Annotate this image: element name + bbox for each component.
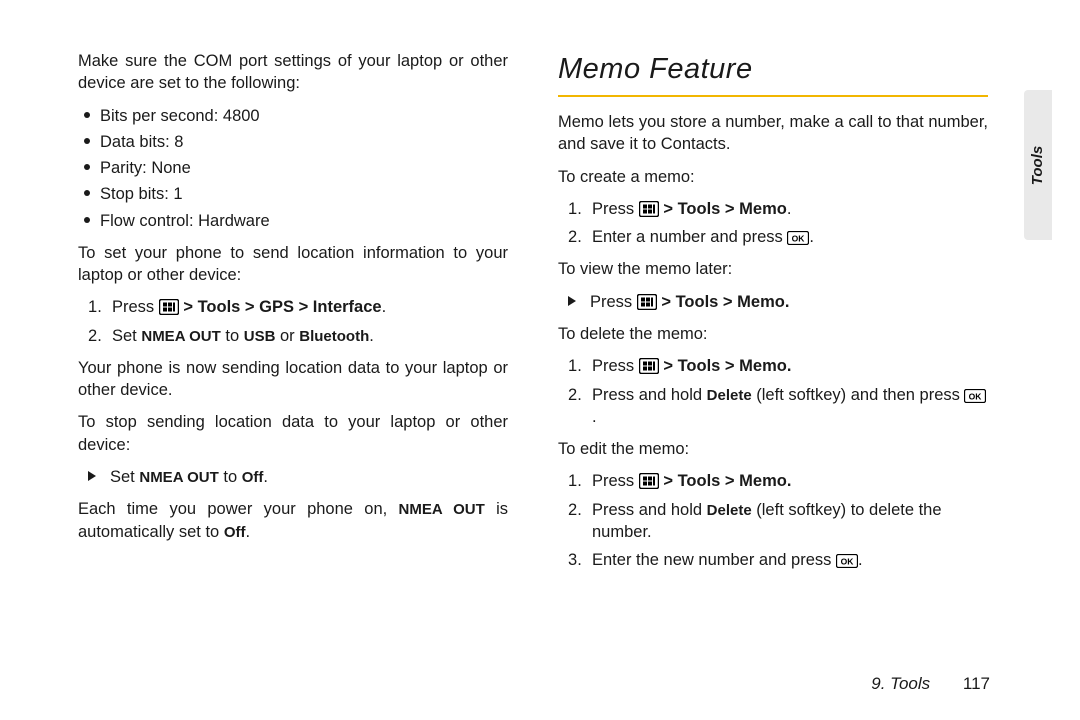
section-heading: To set your phone to send location infor…: [78, 242, 508, 287]
com-port-intro: Make sure the COM port settings of your …: [78, 50, 508, 95]
text: Set: [110, 468, 139, 486]
text: Enter a number and press: [592, 228, 787, 246]
list-item: Flow control: Hardware: [78, 210, 508, 232]
side-tab-label: Tools: [1030, 145, 1047, 184]
text: Press: [112, 298, 159, 316]
list-item: Press > Tools > Memo.: [558, 291, 988, 313]
list-item: Press and hold Delete (left softkey) and…: [558, 384, 988, 429]
manual-page: Make sure the COM port settings of your …: [0, 0, 1080, 720]
view-memo-steps: Press > Tools > Memo.: [558, 291, 988, 313]
section-heading: To create a memo:: [558, 166, 988, 188]
text: Each time you power your phone on,: [78, 500, 399, 518]
svg-text:OK: OK: [969, 391, 983, 401]
create-memo-steps: Press > Tools > Memo. Enter a number and…: [558, 198, 988, 249]
menu-key-icon: [637, 294, 657, 310]
text: Enter the new number and press: [592, 551, 836, 569]
list-item: Press > Tools > GPS > Interface.: [78, 296, 508, 318]
text: .: [263, 468, 268, 486]
com-port-settings-list: Bits per second: 4800 Data bits: 8 Parit…: [78, 105, 508, 232]
text: (left softkey) and then press: [752, 386, 965, 404]
label: Off: [224, 524, 246, 541]
stop-steps: Set NMEA OUT to Off.: [78, 466, 508, 488]
text: .: [809, 228, 814, 246]
breadcrumb-path: > Tools > Memo.: [661, 293, 789, 311]
text: .: [369, 327, 374, 345]
svg-text:OK: OK: [792, 234, 806, 244]
text: to: [221, 327, 244, 345]
list-item: Press > Tools > Memo.: [558, 355, 988, 377]
label: Bluetooth: [299, 328, 369, 345]
list-item: Press and hold Delete (left softkey) to …: [558, 499, 988, 544]
breadcrumb-path: > Tools > Memo.: [663, 357, 791, 375]
label: Delete: [707, 502, 752, 519]
right-column: Memo Feature Memo lets you store a numbe…: [558, 50, 988, 581]
list-item: Data bits: 8: [78, 131, 508, 153]
two-column-layout: Make sure the COM port settings of your …: [78, 50, 1020, 581]
ok-key-icon: OK: [787, 231, 809, 245]
page-number: 117: [963, 674, 990, 693]
list-item: Parity: None: [78, 157, 508, 179]
edit-memo-steps: Press > Tools > Memo. Press and hold Del…: [558, 470, 988, 571]
list-item: Set NMEA OUT to Off.: [78, 466, 508, 488]
text: Press and hold: [592, 501, 707, 519]
text: or: [275, 327, 299, 345]
menu-key-icon: [639, 473, 659, 489]
set-location-steps: Press > Tools > GPS > Interface. Set NME…: [78, 296, 508, 347]
heading-rule: [558, 95, 988, 97]
label: USB: [244, 328, 276, 345]
list-item: Enter the new number and press OK.: [558, 549, 988, 571]
menu-key-icon: [159, 299, 179, 315]
section-heading: To edit the memo:: [558, 438, 988, 460]
text: .: [858, 551, 863, 569]
breadcrumb-path: > Tools > Memo: [663, 200, 786, 218]
ok-key-icon: OK: [836, 554, 858, 568]
text: Press: [592, 200, 639, 218]
label: Off: [242, 469, 264, 486]
svg-text:OK: OK: [841, 557, 855, 567]
label: Delete: [707, 387, 752, 404]
section-heading: To stop sending location data to your la…: [78, 411, 508, 456]
list-item: Enter a number and press OK.: [558, 226, 988, 248]
text: Press: [592, 357, 639, 375]
page-footer: 9. Tools 117: [871, 674, 990, 694]
after-text: Your phone is now sending location data …: [78, 357, 508, 402]
list-item: Bits per second: 4800: [78, 105, 508, 127]
breadcrumb-path: > Tools > Memo.: [663, 472, 791, 490]
ok-key-icon: OK: [964, 389, 986, 403]
label: NMEA OUT: [141, 328, 220, 345]
memo-feature-heading: Memo Feature: [558, 50, 988, 89]
text: Press and hold: [592, 386, 707, 404]
breadcrumb-path: > Tools > GPS > Interface: [183, 298, 381, 316]
menu-key-icon: [639, 201, 659, 217]
list-item: Set NMEA OUT to USB or Bluetooth.: [78, 325, 508, 347]
footer-section: 9. Tools: [871, 674, 930, 693]
text: .: [382, 298, 387, 316]
left-column: Make sure the COM port settings of your …: [78, 50, 508, 581]
text: .: [787, 200, 792, 218]
text: Set: [112, 327, 141, 345]
text: Press: [592, 472, 639, 490]
section-heading: To delete the memo:: [558, 323, 988, 345]
list-item: Press > Tools > Memo.: [558, 470, 988, 492]
label: NMEA OUT: [139, 469, 218, 486]
label: NMEA OUT: [399, 501, 485, 518]
delete-memo-steps: Press > Tools > Memo. Press and hold Del…: [558, 355, 988, 428]
text: to: [219, 468, 242, 486]
memo-intro: Memo lets you store a number, make a cal…: [558, 111, 988, 156]
note-text: Each time you power your phone on, NMEA …: [78, 498, 508, 543]
section-heading: To view the memo later:: [558, 258, 988, 280]
side-tab: Tools: [1024, 90, 1052, 240]
text: Press: [590, 293, 637, 311]
list-item: Press > Tools > Memo.: [558, 198, 988, 220]
text: .: [592, 408, 597, 426]
menu-key-icon: [639, 358, 659, 374]
list-item: Stop bits: 1: [78, 183, 508, 205]
text: .: [246, 523, 251, 541]
